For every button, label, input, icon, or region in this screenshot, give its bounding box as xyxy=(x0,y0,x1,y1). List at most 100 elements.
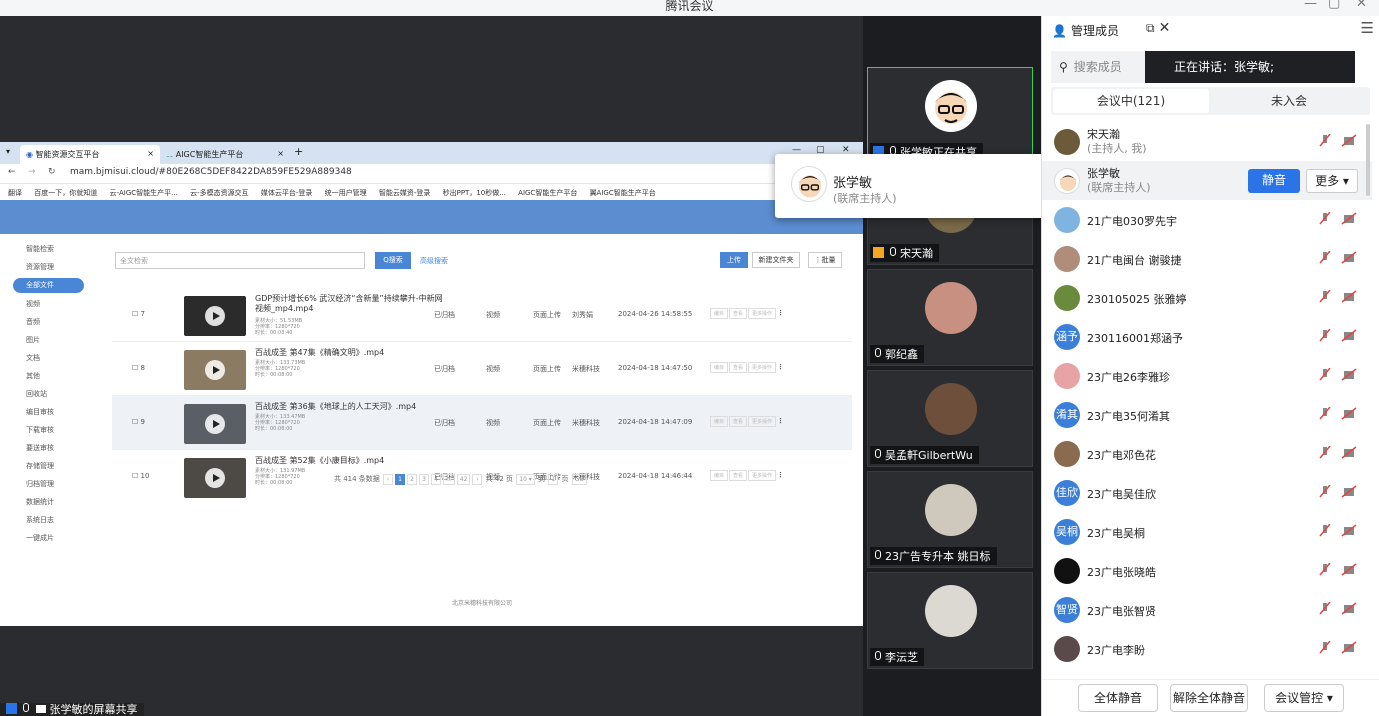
mic-muted-icon[interactable] xyxy=(1318,211,1358,226)
play-icon[interactable] xyxy=(205,360,225,380)
url-field[interactable]: mam.bjmisui.cloud/#80E268C5DEF8422DA859F… xyxy=(70,167,352,177)
mic-muted-icon[interactable] xyxy=(1318,367,1358,382)
member-list-scrollbar[interactable] xyxy=(1366,124,1370,196)
row-checkbox[interactable]: ☐ 10 xyxy=(132,472,149,480)
more-ops-button[interactable]: 更多操作 xyxy=(748,362,777,373)
minimize-button[interactable]: — xyxy=(1304,0,1317,11)
video-tile[interactable]: 李沄芝 xyxy=(867,572,1033,669)
more-ops-button[interactable]: 更多操作 xyxy=(748,308,777,319)
sidebar-item[interactable]: 编目审核 xyxy=(0,403,112,421)
catalog-button[interactable]: 编目 xyxy=(710,416,729,427)
sidebar-item[interactable]: 资源管理 xyxy=(0,258,112,276)
pager-page[interactable]: 4 xyxy=(431,474,442,485)
forward-icon[interactable]: → xyxy=(28,167,36,177)
mic-muted-icon[interactable] xyxy=(1318,523,1358,538)
file-name[interactable]: 百战成圣 第52集《小康目标》.mp4 xyxy=(255,456,384,466)
batch-button[interactable]: ⋮批量 xyxy=(808,252,842,268)
member-row[interactable]: 淆其 23广电35何淆其 xyxy=(1042,395,1372,434)
video-tile[interactable]: 吴孟軒GilbertWu xyxy=(867,370,1033,467)
mute-all-button[interactable]: 全体静音 xyxy=(1078,684,1158,712)
view-button[interactable]: 查看 xyxy=(729,362,748,373)
sidebar-item[interactable]: 视频 xyxy=(0,295,112,313)
back-icon[interactable]: ← xyxy=(8,167,16,177)
upload-button[interactable]: 上传 xyxy=(720,252,748,268)
table-row[interactable]: ☐ 8 百战成圣 第47集《精确文明》.mp4 素材大小：133.73MB 分辨率… xyxy=(112,342,852,396)
page-jump-input[interactable]: 1 xyxy=(548,474,559,485)
new-folder-button[interactable]: 新建文件夹 xyxy=(752,252,800,268)
file-name[interactable]: 百战成圣 第47集《精确文明》.mp4 xyxy=(255,348,384,358)
mute-button[interactable]: 静音 xyxy=(1248,169,1300,193)
advanced-search-link[interactable]: 高级搜索 xyxy=(420,256,448,266)
more-button[interactable]: 更多 ▾ xyxy=(1306,169,1358,193)
member-row[interactable]: 23广电邓色花 xyxy=(1042,434,1372,473)
view-button[interactable]: 查看 xyxy=(729,470,748,481)
sidebar-item-selected[interactable]: 全部文件 xyxy=(13,278,84,293)
popout-icon[interactable]: ⧉ xyxy=(1146,21,1155,35)
bookmark-item[interactable]: 云-AIGC智能生产平... xyxy=(109,189,177,197)
pager-page[interactable]: 2 xyxy=(407,474,418,485)
video-thumbnail[interactable] xyxy=(184,404,246,444)
sidebar-item[interactable]: 存储管理 xyxy=(0,457,112,475)
pager-next[interactable]: › xyxy=(472,474,483,485)
new-tab-button[interactable]: + xyxy=(294,145,303,158)
sidebar-item[interactable]: 归档管理 xyxy=(0,475,112,493)
mic-muted-icon[interactable] xyxy=(1318,133,1358,148)
bookmark-item[interactable]: 翻译 xyxy=(8,189,22,197)
page-size-select[interactable]: 10 ▾ xyxy=(516,474,535,485)
view-button[interactable]: 查看 xyxy=(729,416,748,427)
tab-close-icon[interactable]: × xyxy=(147,149,154,158)
member-search-input[interactable]: ⚲ 搜索成员 xyxy=(1051,51,1145,83)
member-row[interactable]: 宋天瀚 (主持人, 我) xyxy=(1042,122,1372,161)
mic-muted-icon[interactable] xyxy=(1318,289,1358,304)
pager-page[interactable]: 42 xyxy=(456,474,471,485)
file-name[interactable]: GDP预计增长6% 武汉经济“含新量”持续攀升-中新网视频_mp4.mp4 xyxy=(255,294,445,314)
mic-muted-icon[interactable] xyxy=(1318,406,1358,421)
bookmark-item[interactable]: 秒出PPT，10秒做... xyxy=(443,189,506,197)
panel-menu-icon[interactable]: ☰ xyxy=(1361,19,1374,37)
browser-tab-active[interactable]: ◉ 智能资源交互平台 × xyxy=(20,145,160,164)
bookmark-item[interactable]: AIGC智能生产平台 xyxy=(518,189,577,197)
sidebar-item[interactable]: 其他 xyxy=(0,367,112,385)
video-tile[interactable]: 郭纪鑫 xyxy=(867,269,1033,366)
member-row[interactable]: 智贤 23广电张智贤 xyxy=(1042,590,1372,629)
bookmark-item[interactable]: 智能云媒资-登录 xyxy=(379,189,431,197)
video-tile[interactable]: 张学敏正在共享 xyxy=(867,67,1033,164)
sidebar-item[interactable]: 一键成片 xyxy=(0,529,112,547)
bookmark-item[interactable]: 百度一下，你就知道 xyxy=(34,189,97,197)
sidebar-item[interactable]: 音频 xyxy=(0,313,112,331)
tab-not-joined[interactable]: 未入会 xyxy=(1211,89,1367,113)
panel-close-icon[interactable]: ✕ xyxy=(1159,20,1171,36)
mic-muted-icon[interactable] xyxy=(1318,601,1358,616)
kebab-icon[interactable]: ⋮ xyxy=(777,363,784,371)
mic-muted-icon[interactable] xyxy=(1318,445,1358,460)
member-row[interactable]: 23广电张晓皓 xyxy=(1042,551,1372,590)
video-tile[interactable]: 23广告专升本 姚日标 xyxy=(867,471,1033,568)
member-row[interactable]: 21广电闽台 谢骏捷 xyxy=(1042,239,1372,278)
mic-muted-icon[interactable] xyxy=(1318,484,1358,499)
sidebar-item[interactable]: 文档 xyxy=(0,349,112,367)
sidebar-item[interactable]: 智能检索 xyxy=(0,240,112,258)
fulltext-search-input[interactable]: 全文检索 xyxy=(115,252,365,269)
pager-page[interactable]: 3 xyxy=(419,474,430,485)
member-row[interactable]: 23广电李盼 xyxy=(1042,629,1372,668)
table-row[interactable]: ☐ 9 百战成圣 第36集《地球上的人工天河》.mp4 素材大小：133.47M… xyxy=(112,396,852,450)
close-button[interactable]: ✕ xyxy=(1356,0,1367,11)
file-name[interactable]: 百战成圣 第36集《地球上的人工天河》.mp4 xyxy=(255,402,416,412)
pager-page[interactable]: 1 xyxy=(395,474,406,485)
unmute-all-button[interactable]: 解除全体静音 xyxy=(1170,684,1248,712)
sidebar-item[interactable]: 下载审核 xyxy=(0,421,112,439)
kebab-icon[interactable]: ⋮ xyxy=(777,471,784,479)
meeting-control-button[interactable]: 会议管控 ▾ xyxy=(1264,684,1344,712)
catalog-button[interactable]: 编目 xyxy=(710,362,729,373)
more-ops-button[interactable]: 更多操作 xyxy=(748,416,777,427)
video-thumbnail[interactable] xyxy=(184,296,246,336)
bookmark-item[interactable]: 媒体云平台-登录 xyxy=(261,189,313,197)
member-row[interactable]: 吴桐 23广电吴桐 xyxy=(1042,512,1372,551)
catalog-button[interactable]: 编目 xyxy=(710,308,729,319)
member-row[interactable]: 张学敏 (联席主持人) 静音 更多 ▾ xyxy=(1042,161,1372,200)
browser-tab[interactable]: ⚋ AIGC智能生产平台 × xyxy=(160,145,290,164)
search-button[interactable]: Q搜索 xyxy=(375,252,411,269)
member-row[interactable]: 230105025 张雅婷 xyxy=(1042,278,1372,317)
mic-muted-icon[interactable] xyxy=(1318,328,1358,343)
bookmark-item[interactable]: 翼AIGC智能生产平台 xyxy=(590,189,656,197)
